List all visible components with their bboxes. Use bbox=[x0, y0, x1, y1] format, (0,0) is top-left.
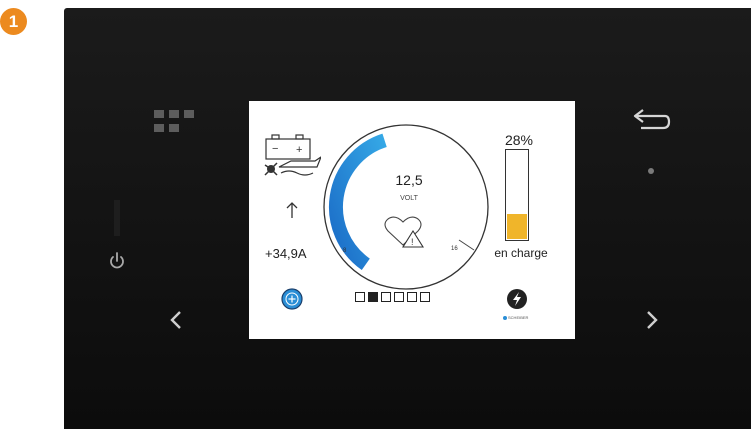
gauge-max-tick bbox=[458, 239, 475, 251]
charge-status: en charge bbox=[494, 246, 548, 260]
page-dot[interactable] bbox=[394, 292, 404, 302]
voltage-value: 12,5 bbox=[395, 172, 423, 188]
page-dot-active[interactable] bbox=[368, 292, 378, 302]
add-button[interactable] bbox=[281, 288, 303, 310]
back-arrow-icon[interactable] bbox=[625, 108, 673, 136]
state-of-charge-percent: 28% bbox=[504, 132, 534, 148]
next-chevron-icon[interactable] bbox=[640, 308, 662, 332]
battery-plus-sign: + bbox=[296, 144, 302, 156]
page-dot[interactable] bbox=[355, 292, 365, 302]
page-indicator bbox=[355, 292, 430, 304]
display-screen: − + +34,9A 8 16 12,5 VOLT ! 28% en charg… bbox=[249, 101, 575, 339]
state-of-charge-bar bbox=[505, 149, 529, 241]
state-of-charge-fill bbox=[507, 213, 527, 239]
charging-bolt-button[interactable] bbox=[506, 288, 528, 310]
battery-health-warning-icon: ! bbox=[383, 215, 427, 249]
gauge-max-label: 16 bbox=[451, 246, 458, 252]
voltage-gauge bbox=[321, 121, 491, 293]
warning-mark: ! bbox=[411, 237, 414, 247]
gauge-outline bbox=[323, 124, 489, 290]
brand-name: SCHEIBER bbox=[508, 315, 529, 320]
page-dot[interactable] bbox=[381, 292, 391, 302]
indicator-led bbox=[648, 168, 654, 174]
voltage-arc bbox=[328, 133, 387, 271]
battery-boat-icon: − + bbox=[261, 133, 323, 179]
current-value: +34,9A bbox=[265, 246, 307, 261]
previous-chevron-icon[interactable] bbox=[166, 308, 188, 332]
page-dot[interactable] bbox=[407, 292, 417, 302]
page-dot[interactable] bbox=[420, 292, 430, 302]
battery-minus-sign: − bbox=[272, 143, 278, 155]
voltage-unit-label: VOLT bbox=[400, 195, 418, 202]
gauge-min-label: 8 bbox=[343, 248, 347, 254]
side-slot bbox=[114, 200, 120, 236]
current-direction-arrow-icon bbox=[285, 201, 299, 219]
step-number-badge: 1 bbox=[0, 8, 27, 35]
menu-grid-icon[interactable] bbox=[154, 110, 198, 134]
brand-logo: SCHEIBER bbox=[503, 315, 528, 320]
power-icon[interactable] bbox=[106, 250, 128, 272]
brand-dot-icon bbox=[503, 315, 507, 320]
